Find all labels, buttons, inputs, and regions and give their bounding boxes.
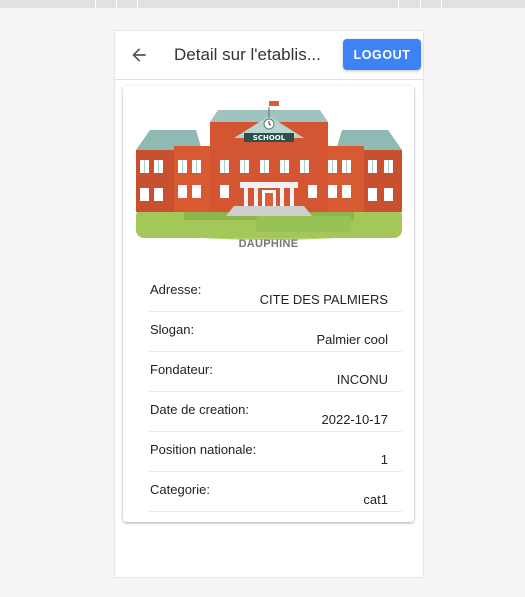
detail-list: Adresse: CITE DES PALMIERS Slogan: Palmi… [149,272,402,512]
detail-value: INCONU [336,372,388,387]
school-illustration: SCHOOL [136,101,402,240]
detail-label: Slogan: [150,322,195,337]
detail-label: Categorie: [150,482,210,497]
detail-label: Date de creation: [150,402,250,417]
detail-value: 1 [380,452,388,467]
school-name: DAUPHINE [238,238,299,250]
browser-top-strip [0,0,525,8]
arrow-left-icon [132,48,146,62]
detail-row-categorie: Categorie: cat1 [149,472,402,512]
detail-row-position-nationale: Position nationale: 1 [149,432,402,472]
detail-value: CITE DES PALMIERS [259,292,388,307]
app-bar: Detail sur l'etablis... LOGOUT [115,31,423,80]
logout-button[interactable]: LOGOUT [343,39,421,70]
detail-value: cat1 [363,492,388,507]
app-screen: Detail sur l'etablis... LOGOUT SCHOOL DA… [114,30,424,578]
page-title: Detail sur l'etablis... [174,45,321,64]
detail-row-fondateur: Fondateur: INCONU [149,352,402,392]
detail-row-slogan: Slogan: Palmier cool [149,312,402,352]
school-sign-text: SCHOOL [253,134,286,142]
detail-value: Palmier cool [316,332,388,347]
detail-label: Position nationale: [150,442,257,457]
detail-row-date-creation: Date de creation: 2022-10-17 [149,392,402,432]
detail-label: Adresse: [150,282,202,297]
detail-value: 2022-10-17 [321,412,389,427]
detail-label: Fondateur: [150,362,213,377]
back-button[interactable] [125,41,153,69]
detail-row-adresse: Adresse: CITE DES PALMIERS [149,272,402,312]
school-detail-card: SCHOOL DAUPHINE Adresse: CITE DES PALMIE… [123,86,414,522]
